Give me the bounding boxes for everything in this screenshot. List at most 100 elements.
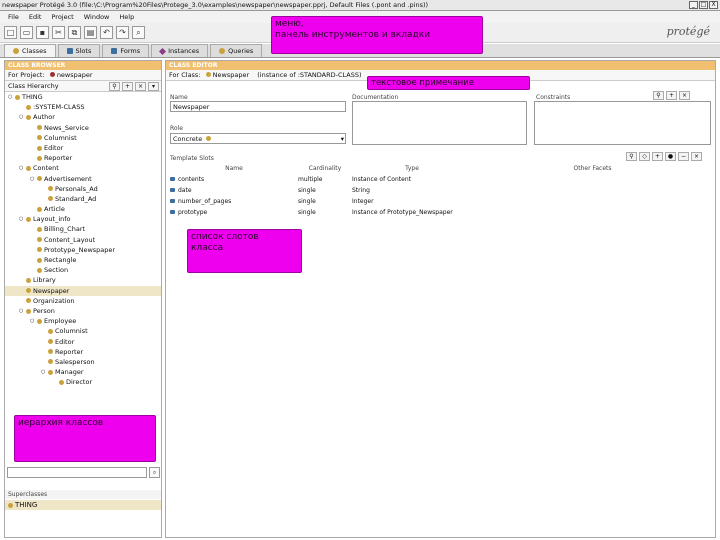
tree-node[interactable]: Billing_Chart (5, 224, 161, 234)
role-select[interactable]: Concrete ▾ (170, 133, 346, 144)
paste-icon[interactable]: ▤ (84, 26, 97, 39)
tree-node[interactable]: Library (5, 275, 161, 285)
annotation-hierarchy: иерархия классов (14, 415, 156, 462)
delete-slot-button[interactable]: × (691, 152, 702, 161)
tree-node[interactable]: Standard_Ad (5, 194, 161, 204)
tree-node[interactable]: Reporter (5, 153, 161, 163)
create-constraint-button[interactable]: + (666, 91, 677, 100)
tree-node[interactable]: ○ Advertisement (5, 174, 161, 184)
find-icon[interactable]: ⌕ (132, 26, 145, 39)
menu-edit[interactable]: Edit (29, 11, 42, 23)
tab-forms[interactable]: Forms (102, 44, 150, 57)
tree-node[interactable]: Editor (5, 337, 161, 347)
project-row: For Project: newspaper (5, 70, 161, 81)
tree-node-label: Content (33, 164, 59, 173)
tree-node[interactable]: Editor (5, 143, 161, 153)
slot-row[interactable]: date single String (170, 186, 713, 195)
open-icon[interactable]: ▭ (20, 26, 33, 39)
class-icon (26, 216, 31, 222)
slot-row[interactable]: contents multiple Instance of Content (170, 175, 713, 184)
copy-icon[interactable]: ⧉ (68, 26, 81, 39)
expand-icon[interactable]: ○ (19, 306, 24, 316)
find-class-button[interactable]: ⌕ (149, 467, 160, 478)
expand-icon[interactable]: ○ (8, 92, 13, 102)
documentation-field[interactable] (352, 101, 527, 145)
view-slot-button[interactable]: ⚲ (626, 152, 637, 161)
slot-row[interactable]: number_of_pages single Integer (170, 197, 713, 206)
tree-node[interactable]: ○ Content (5, 163, 161, 173)
tree-node[interactable]: ○ Manager (5, 367, 161, 377)
tree-node[interactable]: Rectangle (5, 255, 161, 265)
view-class-button[interactable]: ⚲ (109, 82, 120, 91)
tab-queries[interactable]: Queries (210, 44, 263, 57)
class-search-input[interactable] (7, 467, 147, 478)
tree-node[interactable]: Salesperson (5, 357, 161, 367)
menu-help[interactable]: Help (119, 11, 134, 23)
slot-row[interactable]: prototype single Instance of Prototype_New… (170, 208, 713, 217)
menu-button[interactable]: ▾ (148, 82, 159, 91)
class-icon (37, 135, 42, 141)
tree-node[interactable]: Newspaper (5, 285, 161, 296)
delete-class-button[interactable]: × (135, 82, 146, 91)
cut-icon[interactable]: ✂ (52, 26, 65, 39)
tree-node-label: Columnist (55, 327, 88, 336)
expand-icon[interactable]: ○ (19, 163, 24, 173)
tree-node-label: Library (33, 276, 56, 285)
tab-slots[interactable]: Slots (57, 44, 101, 57)
slot-icon (170, 210, 175, 214)
tree-node[interactable]: Section (5, 265, 161, 275)
class-name-field[interactable]: Newspaper (170, 101, 346, 112)
close-button[interactable]: X (709, 1, 718, 9)
slot-icon (170, 188, 175, 192)
tree-node[interactable]: :SYSTEM-CLASS (5, 102, 161, 112)
tree-node[interactable]: ○ Layout_info (5, 214, 161, 224)
expand-icon[interactable]: ○ (19, 112, 24, 122)
tree-node[interactable]: Reporter (5, 347, 161, 357)
slot-buttons: ⚲ ◇ + ● − × (626, 152, 702, 161)
menu-project[interactable]: Project (51, 11, 73, 23)
expand-icon[interactable]: ○ (30, 316, 35, 326)
slot-type: Integer (352, 198, 374, 205)
tree-node[interactable]: Organization (5, 296, 161, 306)
new-icon[interactable]: □ (4, 26, 17, 39)
menu-window[interactable]: Window (84, 11, 110, 23)
class-icon (37, 206, 42, 212)
expand-icon[interactable]: ○ (19, 214, 24, 224)
superclass-item[interactable]: THING (5, 500, 161, 511)
tree-node[interactable]: ○ Author (5, 112, 161, 122)
tree-node[interactable]: ○ Person (5, 306, 161, 316)
constraints-list[interactable] (534, 101, 711, 145)
tree-node[interactable]: ○ THING (5, 92, 161, 102)
tree-node[interactable]: Content_Layout (5, 235, 161, 245)
tab-instances[interactable]: Instances (151, 44, 209, 57)
override-slot-button[interactable]: ◇ (639, 152, 650, 161)
create-class-button[interactable]: + (122, 82, 133, 91)
undo-icon[interactable]: ↶ (100, 26, 113, 39)
minimize-button[interactable]: _ (689, 1, 698, 9)
add-slot-button[interactable]: ● (665, 152, 676, 161)
tree-node[interactable]: News_Service (5, 123, 161, 133)
maximize-button[interactable]: □ (699, 1, 708, 9)
tree-node-label: Layout_info (33, 215, 71, 224)
class-icon (48, 328, 53, 334)
expand-icon[interactable]: ○ (41, 367, 46, 377)
tree-node[interactable]: Director (5, 377, 161, 387)
expand-icon[interactable]: ○ (30, 174, 35, 184)
slot-name: number_of_pages (178, 198, 232, 205)
delete-constraint-button[interactable]: × (679, 91, 690, 100)
class-icon (48, 359, 53, 365)
tree-node[interactable]: ○ Employee (5, 316, 161, 326)
tab-classes[interactable]: Classes (4, 44, 56, 57)
view-constraint-button[interactable]: ⚲ (653, 91, 664, 100)
remove-slot-button[interactable]: − (678, 152, 689, 161)
create-slot-button[interactable]: + (652, 152, 663, 161)
menu-file[interactable]: File (8, 11, 19, 23)
class-icon (48, 196, 53, 202)
tree-node[interactable]: Columnist (5, 133, 161, 143)
save-icon[interactable]: ▪ (36, 26, 49, 39)
tree-node[interactable]: Article (5, 204, 161, 214)
tree-node[interactable]: Prototype_Newspaper (5, 245, 161, 255)
redo-icon[interactable]: ↷ (116, 26, 129, 39)
tree-node[interactable]: Columnist (5, 326, 161, 336)
tree-node[interactable]: Personals_Ad (5, 184, 161, 194)
